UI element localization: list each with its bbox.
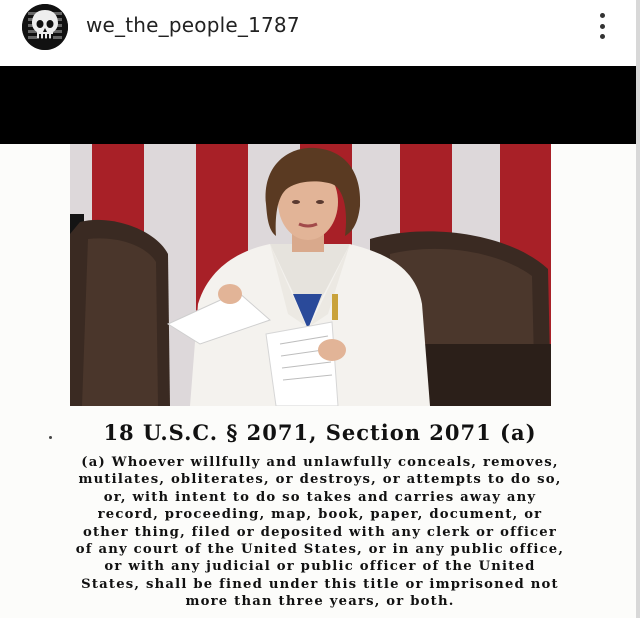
username-link[interactable]: we_the_people_1787 (86, 13, 300, 37)
pelosi-photo (70, 144, 551, 406)
skull-flag-icon (22, 4, 68, 50)
scroll-edge (636, 0, 640, 618)
post-header: we_the_people_1787 (0, 0, 640, 66)
statute-text: (a) Whoever willfully and unlawfully con… (75, 455, 565, 610)
more-options-icon[interactable] (588, 10, 616, 42)
post-image: 18 U.S.C. § 2071, Section 2071 (a) (a) W… (0, 144, 640, 618)
statute-title: 18 U.S.C. § 2071, Section 2071 (a) (103, 420, 537, 445)
black-banner (0, 66, 640, 144)
profile-avatar[interactable] (22, 4, 68, 50)
